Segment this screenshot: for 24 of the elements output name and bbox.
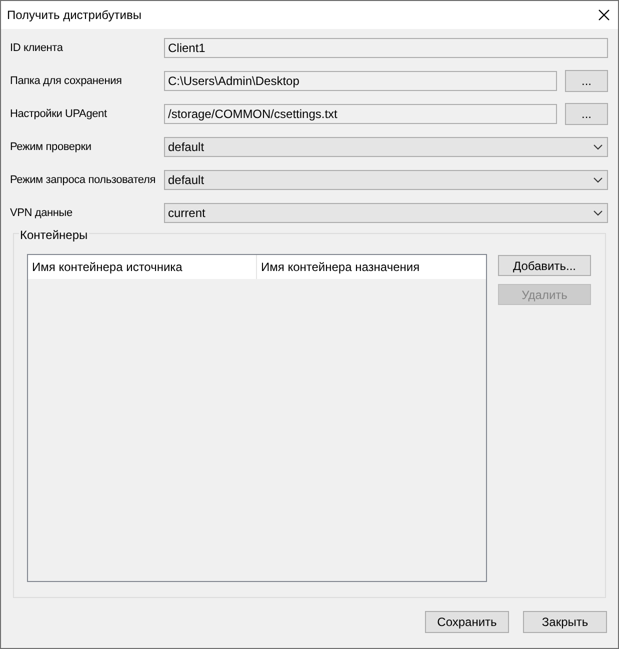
field-label: Режим проверки <box>10 140 92 155</box>
dropdown[interactable]: default <box>164 137 608 157</box>
chevron-down-icon <box>593 210 603 216</box>
window-title: Получить дистрибутивы <box>7 7 142 24</box>
close-icon[interactable] <box>598 9 610 21</box>
dropdown[interactable]: default <box>164 170 608 190</box>
field-label: Папка для сохранения <box>10 74 123 89</box>
text-field[interactable]: Client1 <box>164 38 608 58</box>
chevron-down-icon <box>593 177 603 183</box>
browse-button[interactable]: ... <box>565 102 608 124</box>
field-label: VPN данные <box>10 206 74 221</box>
action-button[interactable]: Добавить... <box>498 255 591 276</box>
field-label: ID клиента <box>10 40 64 56</box>
path-field[interactable]: /storage/COMMON/csettings.txt <box>164 104 557 124</box>
dialog-button[interactable]: Закрыть <box>523 611 607 633</box>
field-label: Режим запроса пользователя <box>10 172 156 188</box>
path-field[interactable]: C:\Users\Admin\Desktop <box>164 70 557 90</box>
dropdown[interactable]: current <box>164 203 608 223</box>
field-label: Настройки UPAgent <box>10 106 108 122</box>
column-header[interactable]: Имя контейнера источника <box>28 255 257 279</box>
dialog-button[interactable]: Сохранить <box>425 611 509 633</box>
browse-button[interactable]: ... <box>565 70 608 92</box>
chevron-down-icon <box>593 144 603 150</box>
column-header[interactable]: Имя контейнера назначения <box>257 255 486 279</box>
